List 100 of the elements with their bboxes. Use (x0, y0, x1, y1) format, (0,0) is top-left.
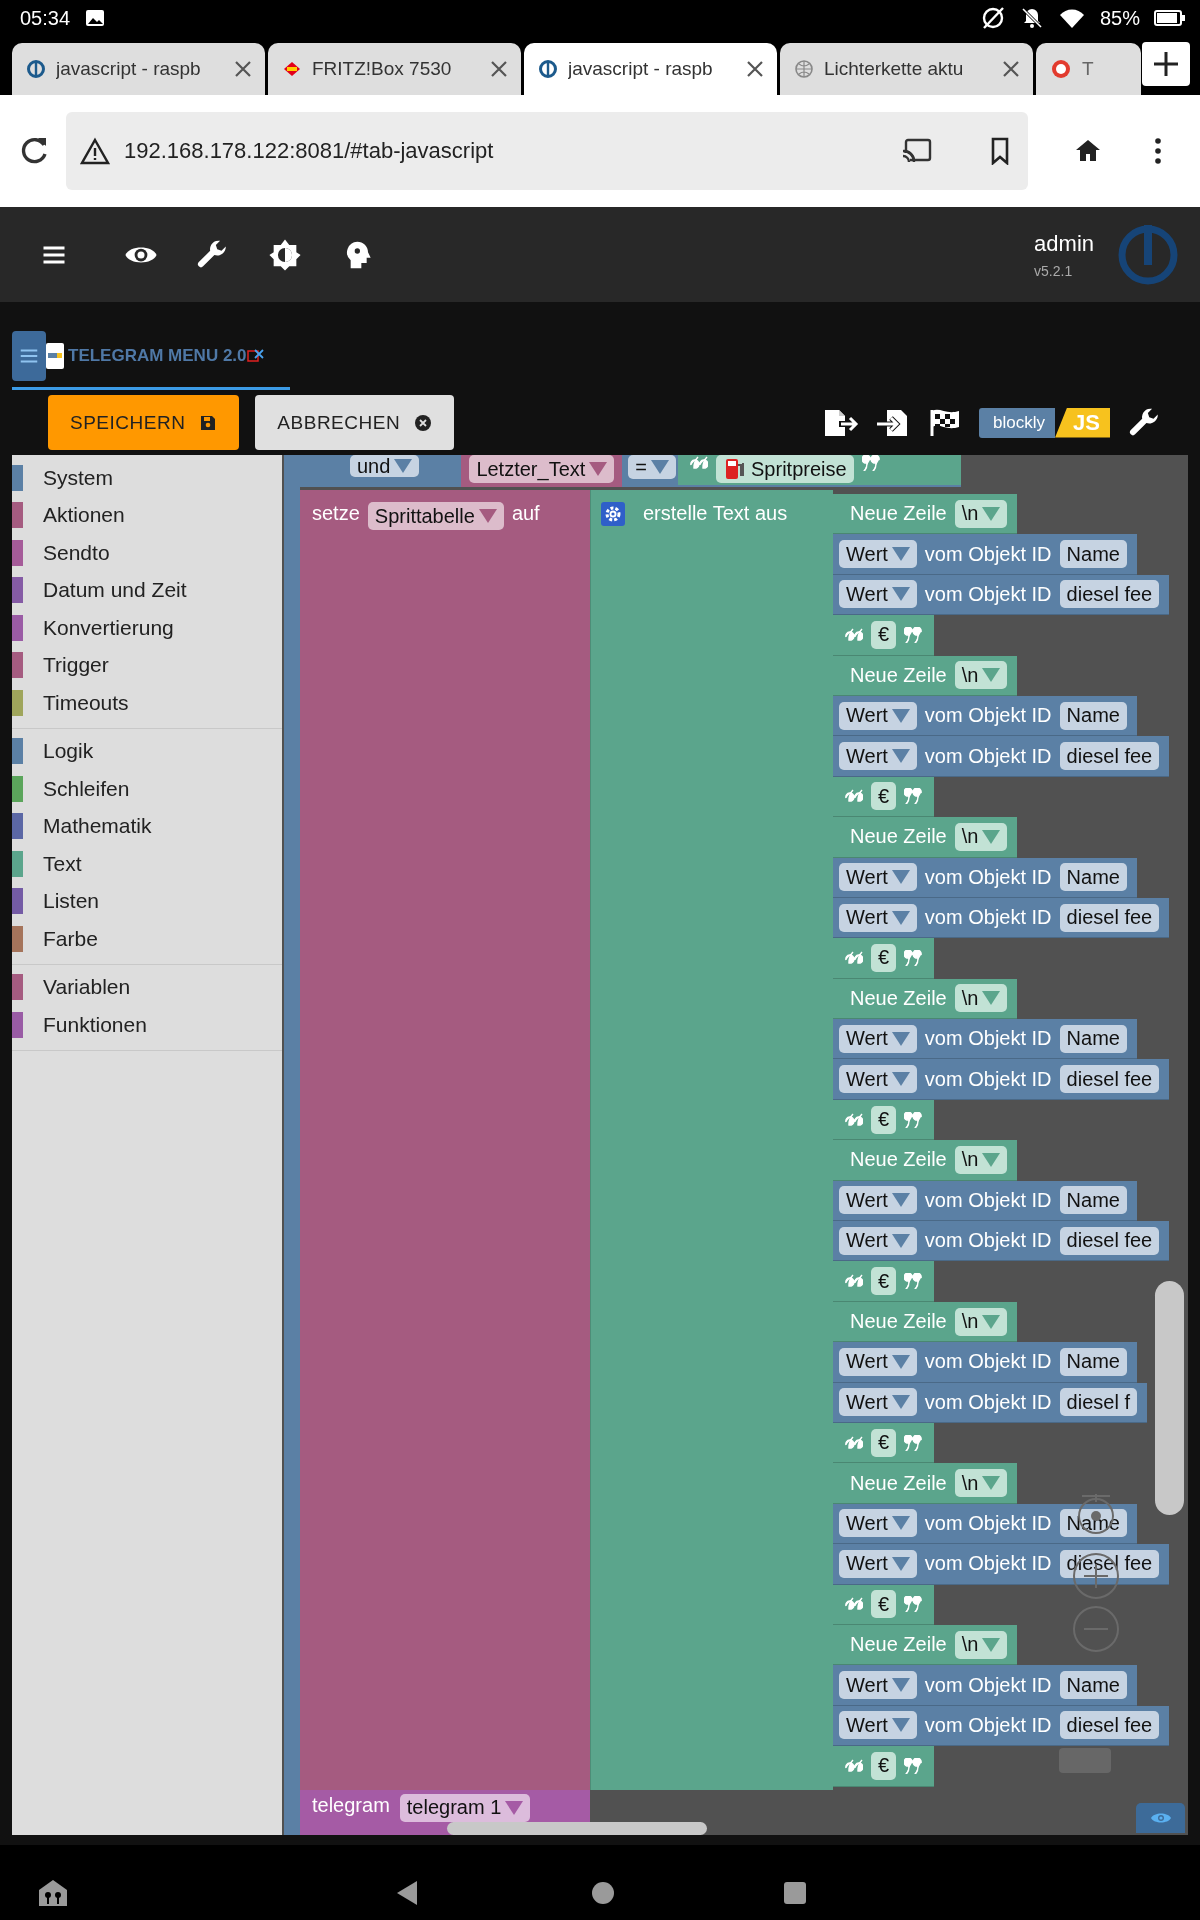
browser-tab[interactable]: Lichterkette aktu (780, 43, 1033, 95)
category-item[interactable]: Listen (12, 882, 282, 920)
value-dropdown[interactable]: Wert (839, 863, 917, 892)
blockly-file-icon (46, 340, 64, 371)
editor-tab[interactable]: TELEGRAM MENU 2.0 (12, 324, 290, 390)
category-item[interactable]: Sendto (12, 534, 282, 572)
vertical-scrollbar[interactable] (1155, 1281, 1184, 1515)
checkered-flag-icon[interactable] (929, 407, 962, 438)
back-icon[interactable] (395, 1878, 419, 1907)
house-icon[interactable] (37, 1877, 69, 1908)
caret-icon (891, 1193, 910, 1208)
value-dropdown[interactable]: Wert (839, 1388, 917, 1417)
recents-icon[interactable] (783, 1880, 807, 1905)
object-id-field[interactable]: diesel fee (1059, 580, 1160, 609)
gear-icon[interactable] (601, 502, 625, 526)
newline-dropdown[interactable]: \n (954, 1469, 1008, 1498)
object-id-field[interactable]: Name (1059, 863, 1127, 892)
object-id-field[interactable]: diesel f (1059, 1388, 1137, 1417)
bookmark-icon[interactable] (990, 137, 1010, 165)
variable-dropdown[interactable]: Letzter_Text (469, 455, 615, 483)
category-item[interactable]: Schleifen (12, 770, 282, 808)
caret-icon (891, 1556, 910, 1571)
value-dropdown[interactable]: Wert (839, 1347, 917, 1376)
horizontal-scrollbar[interactable] (447, 1822, 707, 1835)
value-dropdown[interactable]: Wert (839, 701, 917, 730)
variable-dropdown[interactable]: Sprittabelle (367, 502, 504, 530)
close-icon[interactable] (246, 347, 265, 364)
text-field[interactable]: € (871, 1751, 897, 1780)
object-id-field[interactable]: Name (1059, 1024, 1127, 1053)
value-dropdown[interactable]: Wert (839, 903, 917, 932)
menu-button[interactable] (12, 330, 46, 381)
object-id-field[interactable]: Name (1059, 1186, 1127, 1215)
block-label: Neue Zeile (850, 663, 947, 687)
browser-tab[interactable]: T (1036, 43, 1141, 95)
category-item[interactable]: Variablen (12, 968, 282, 1006)
value-dropdown[interactable]: Wert (839, 1186, 917, 1215)
value-dropdown[interactable]: Wert (839, 1549, 917, 1578)
category-item[interactable]: Timeouts (12, 684, 282, 722)
value-dropdown[interactable]: Wert (839, 1711, 917, 1740)
cancel-button[interactable]: ABBRECHEN (255, 395, 455, 450)
category-item[interactable]: Funktionen (12, 1006, 282, 1044)
value-dropdown[interactable]: Wert (839, 1024, 917, 1053)
browser-tab[interactable]: javascript - raspb (12, 43, 265, 95)
value-dropdown[interactable]: Wert (839, 1509, 917, 1538)
category-item[interactable]: Text (12, 845, 282, 883)
text-field[interactable]: € (871, 620, 897, 649)
object-id-field[interactable]: diesel fee (1059, 742, 1160, 771)
category-item[interactable]: Trigger (12, 646, 282, 684)
category-item[interactable]: Logik (12, 732, 282, 770)
cast-icon[interactable] (902, 137, 932, 165)
new-tab-button[interactable] (1142, 42, 1190, 86)
text-field[interactable]: Spritpreise (716, 455, 854, 483)
object-id-field[interactable]: diesel fee (1059, 1065, 1160, 1094)
newline-dropdown[interactable]: \n (954, 1145, 1008, 1174)
newline-dropdown[interactable]: \n (954, 661, 1008, 690)
export-icon[interactable] (823, 407, 860, 438)
newline-dropdown[interactable]: \n (954, 1630, 1008, 1659)
value-dropdown[interactable]: Wert (839, 580, 917, 609)
category-item[interactable]: System (12, 459, 282, 497)
object-id-field[interactable]: diesel fee (1059, 1226, 1160, 1255)
text-field[interactable]: € (871, 944, 897, 972)
browser-tab[interactable]: javascript - raspb (524, 43, 777, 95)
open-quote-icon (845, 626, 863, 643)
object-id-field[interactable]: diesel fee (1059, 1711, 1160, 1740)
object-id-field[interactable]: Name (1059, 1671, 1127, 1699)
text-field[interactable]: € (871, 1267, 897, 1296)
browser-tab[interactable]: FRITZ!Box 7530 (268, 43, 521, 95)
text-field[interactable]: € (871, 1590, 897, 1619)
object-id-field[interactable]: Name (1059, 540, 1127, 569)
category-item[interactable]: Datum und Zeit (12, 571, 282, 609)
brightness-icon[interactable] (268, 237, 302, 272)
reload-icon[interactable] (20, 136, 50, 166)
instance-dropdown[interactable]: telegram 1 (399, 1793, 531, 1822)
category-item[interactable]: Konvertierung (12, 609, 282, 647)
text-field[interactable]: € (871, 1428, 897, 1457)
user-name: admin (1034, 230, 1094, 257)
value-dropdown[interactable]: Wert (839, 742, 917, 771)
newline-dropdown[interactable]: \n (954, 1307, 1008, 1336)
address-field[interactable]: 192.168.178.122:8081/#tab-javascript (66, 112, 1028, 190)
operator-dropdown[interactable]: und (350, 455, 420, 477)
category-item[interactable]: Mathematik (12, 807, 282, 845)
text-field[interactable]: € (871, 782, 897, 811)
value-dropdown[interactable]: Wert (839, 1226, 917, 1255)
newline-dropdown[interactable]: \n (954, 984, 1008, 1013)
save-button[interactable]: SPEICHERN (48, 395, 240, 450)
value-dropdown[interactable]: Wert (839, 1065, 917, 1094)
value-dropdown[interactable]: Wert (839, 1671, 917, 1699)
home-circle-icon[interactable] (591, 1880, 615, 1905)
newline-dropdown[interactable]: \n (954, 499, 1008, 528)
newline-dropdown[interactable]: \n (954, 822, 1008, 851)
comparison-dropdown[interactable]: = (628, 455, 676, 479)
category-item[interactable]: Aktionen (12, 496, 282, 534)
object-id-field[interactable]: Name (1059, 1347, 1127, 1376)
caret-icon (891, 547, 910, 562)
text-field[interactable]: € (871, 1105, 897, 1134)
value-dropdown[interactable]: Wert (839, 540, 917, 569)
object-id-field[interactable]: diesel fee (1059, 903, 1160, 932)
category-item[interactable]: Farbe (12, 920, 282, 958)
more-icon[interactable] (1154, 137, 1162, 165)
object-id-field[interactable]: Name (1059, 701, 1127, 730)
